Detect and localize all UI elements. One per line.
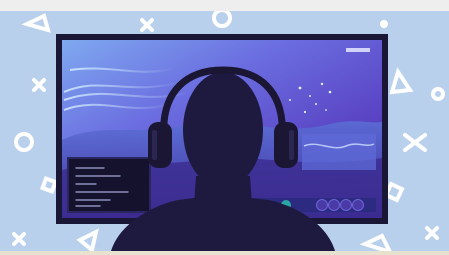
cross-shape <box>32 78 46 92</box>
triangle-shape <box>76 228 99 254</box>
hud-top-bar <box>346 48 370 52</box>
cross-shape <box>425 226 439 240</box>
dot-shape <box>380 20 388 28</box>
bottom-edge-strip <box>0 251 449 255</box>
head <box>183 72 263 188</box>
triangle-shape <box>359 233 394 255</box>
illustration-scene <box>0 0 449 255</box>
gamer-illustration <box>12 8 445 255</box>
circle-shape <box>212 8 232 28</box>
circle-shape <box>431 87 445 101</box>
square-shape <box>40 176 58 194</box>
triangle-shape <box>389 67 414 95</box>
square-shape <box>383 181 405 203</box>
cross-shape <box>403 133 427 152</box>
cross-shape <box>12 232 26 246</box>
right-earcup <box>274 122 298 168</box>
cross-shape <box>140 18 154 32</box>
left-earcup <box>148 122 172 168</box>
hud-left-window <box>67 157 151 213</box>
hud-right-panel <box>302 134 376 170</box>
circle-shape <box>14 132 34 152</box>
top-edge-strip <box>0 0 449 11</box>
triangle-shape <box>21 13 51 33</box>
